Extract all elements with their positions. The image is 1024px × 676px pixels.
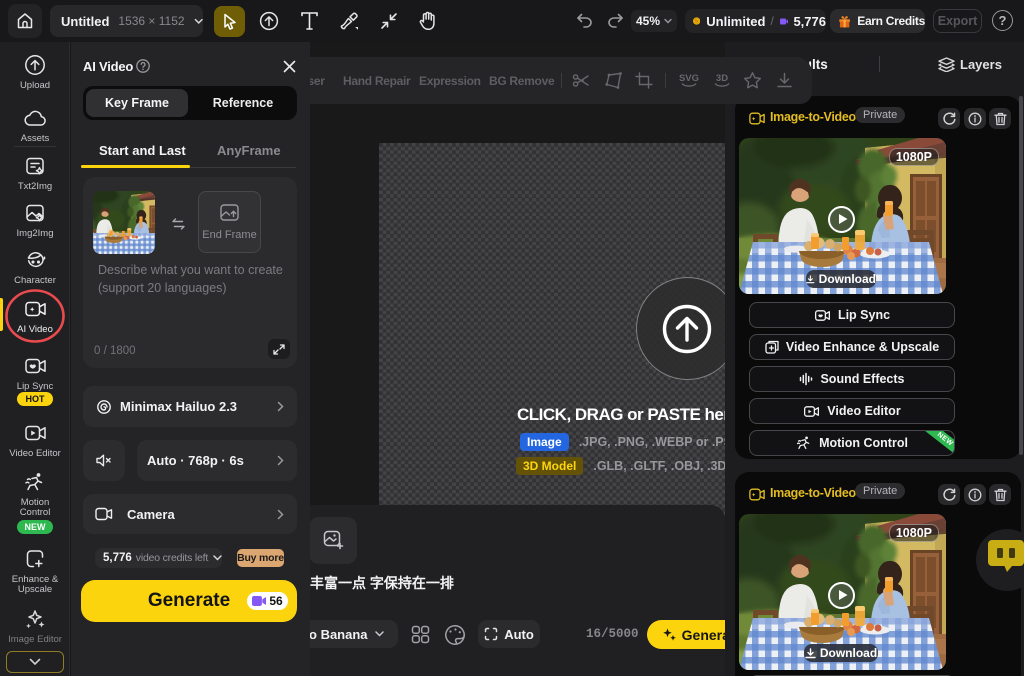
svg-text:3D: 3D [716,73,728,84]
svg-text:SVG: SVG [679,73,699,84]
